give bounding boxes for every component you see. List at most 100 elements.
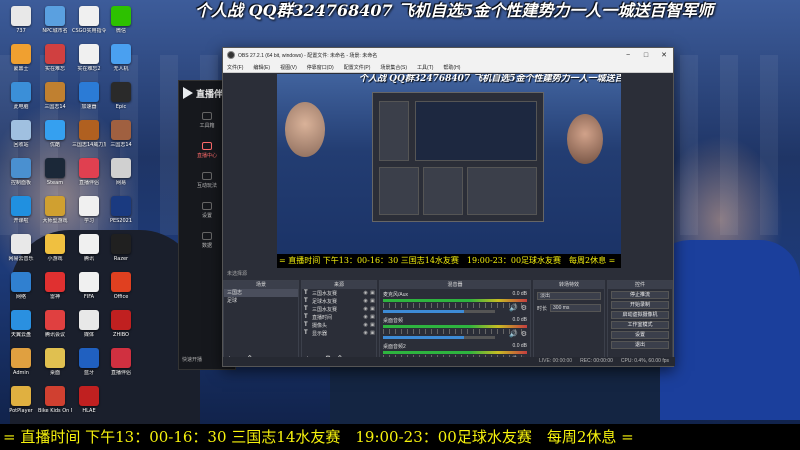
lock-icon[interactable]: ▣ xyxy=(369,298,376,304)
desktop-icon[interactable]: 三国志14威力加强版 xyxy=(72,120,106,160)
desktop-icon[interactable]: 腾讯 xyxy=(72,234,106,274)
desktop-icon[interactable]: 三国志14 xyxy=(104,120,138,160)
text-source-icon: T xyxy=(304,314,308,320)
lock-icon[interactable]: ▣ xyxy=(369,322,376,328)
desktop-icon[interactable]: NPC城市名 xyxy=(38,6,72,46)
menu-item[interactable]: 场景集合(S) xyxy=(380,64,407,71)
desktop-icon[interactable]: 优酷 xyxy=(38,120,72,160)
lock-icon[interactable]: ▣ xyxy=(369,290,376,296)
desktop-icon[interactable]: 无人机 xyxy=(104,44,138,84)
menu-item[interactable]: 帮助(H) xyxy=(443,64,460,71)
gear-icon[interactable]: ⚙ xyxy=(521,304,527,312)
desktop-icon[interactable]: ZHIBO xyxy=(104,310,138,350)
menu-item[interactable]: 工具(T) xyxy=(417,64,433,71)
desktop-icon[interactable]: Steam xyxy=(38,158,72,198)
menu-item[interactable]: 配置文件(P) xyxy=(344,64,371,71)
visibility-eye-icon[interactable]: ◉ xyxy=(362,314,369,320)
desktop-icon[interactable]: Epic xyxy=(104,82,138,122)
desktop-icon[interactable]: Razer xyxy=(104,234,138,274)
desktop-icon[interactable]: 大师型游戏 xyxy=(38,196,72,236)
desktop-icon[interactable]: HLAE xyxy=(72,386,106,426)
desktop-icon[interactable]: Admin xyxy=(4,348,38,388)
desktop-icon[interactable]: 737 xyxy=(4,6,38,46)
desktop-icon[interactable]: PES2021 xyxy=(104,196,138,236)
desktop-icon[interactable]: Bike Kids On My Quest xyxy=(38,386,72,426)
control-button[interactable]: 启动虚拟摄像机 xyxy=(611,311,669,319)
desktop-icon-label: 网易 xyxy=(115,180,126,186)
source-item[interactable]: T 摄像头 ◉ ▣ xyxy=(302,321,376,329)
desktop-icon[interactable]: 腾讯会议 xyxy=(38,310,72,350)
minimize-button[interactable]: − xyxy=(619,48,637,62)
scene-item[interactable]: 三国志 xyxy=(224,289,298,297)
mixer-header: 混音器 xyxy=(380,281,530,289)
mixer-track-header: 桌面音频 0.0 dB xyxy=(383,317,527,324)
desktop-icon[interactable]: 三国志14 xyxy=(38,82,72,122)
desktop-icon[interactable]: 此电脑 xyxy=(4,82,38,122)
control-button[interactable]: 开始录制 xyxy=(611,301,669,309)
obs-titlebar[interactable]: OBS 27.2.1 (64 bit, windows) - 配置文件: 未命名… xyxy=(223,48,673,62)
desktop-icon[interactable]: 实在难忘2 xyxy=(72,44,106,84)
speaker-icon[interactable]: 🔊 xyxy=(509,330,518,338)
desktop-icon[interactable]: 实在难忘 xyxy=(38,44,72,84)
speaker-icon[interactable]: 🔊 xyxy=(509,304,518,312)
desktop-icon[interactable]: 小游戏 xyxy=(38,234,72,274)
desktop-icon[interactable]: 蒙鼎士 xyxy=(4,44,38,84)
desktop-icon[interactable]: 桌面 xyxy=(38,348,72,388)
desktop-icon[interactable]: 雷神 xyxy=(38,272,72,312)
desktop-icon[interactable]: 媒体 xyxy=(72,310,106,350)
control-button[interactable]: 退出 xyxy=(611,341,669,349)
desktop-icon[interactable]: 控制面板 xyxy=(4,158,38,198)
duration-input[interactable]: 300 ms xyxy=(550,304,601,312)
menu-item[interactable]: 视图(V) xyxy=(280,64,297,71)
scene-item[interactable]: 足球 xyxy=(224,297,298,305)
desktop-icon[interactable]: 回收站 xyxy=(4,120,38,160)
volume-fader[interactable] xyxy=(383,310,496,313)
source-item[interactable]: T 三国水友赛 ◉ ▣ xyxy=(302,289,376,297)
volume-fader[interactable] xyxy=(383,336,496,339)
app-icon xyxy=(79,120,99,140)
desktop-icon[interactable]: 网易云音乐 xyxy=(4,234,38,274)
source-item[interactable]: T 显示器 ◉ ▣ xyxy=(302,329,376,337)
source-item[interactable]: T 直播时间 ◉ ▣ xyxy=(302,313,376,321)
visibility-eye-icon[interactable]: ◉ xyxy=(362,290,369,296)
lock-icon[interactable]: ▣ xyxy=(369,330,376,336)
desktop-icon[interactable]: 直播伴侣 xyxy=(104,348,138,388)
desktop-icon-label: CSGO实用指令 xyxy=(72,28,106,34)
desktop-icon[interactable]: 蓝牙 xyxy=(72,348,106,388)
menu-item[interactable]: 文件(F) xyxy=(227,64,243,71)
visibility-eye-icon[interactable]: ◉ xyxy=(362,306,369,312)
maximize-button[interactable]: □ xyxy=(637,48,655,62)
app-icon xyxy=(111,272,131,292)
live-app-bottom-link[interactable]: 快速开播 xyxy=(182,356,202,363)
control-button[interactable]: 设置 xyxy=(611,331,669,339)
desktop-icon[interactable]: FIFA xyxy=(72,272,106,312)
desktop-icon[interactable]: 开课啦 xyxy=(4,196,38,236)
desktop-icon[interactable]: 网易 xyxy=(104,158,138,198)
desktop-icon[interactable]: PotPlayer xyxy=(4,386,38,426)
desktop-icon[interactable]: 加速器 xyxy=(72,82,106,122)
desktop-icon[interactable]: 天翼云盘 xyxy=(4,310,38,350)
close-button[interactable]: ✕ xyxy=(655,48,673,62)
desktop-icon[interactable]: 学习 xyxy=(72,196,106,236)
obs-preview-canvas[interactable]: 个人战 QQ群324768407 飞机自选5金个性建势力一人一城送百智军师 = … xyxy=(277,74,621,268)
source-item[interactable]: T 三国水友赛 ◉ ▣ xyxy=(302,305,376,313)
transition-type-select[interactable]: 淡出 xyxy=(537,292,601,300)
desktop-icon[interactable]: 直播伴侣 xyxy=(72,158,106,198)
source-item[interactable]: T 足球水友赛 ◉ ▣ xyxy=(302,297,376,305)
gear-icon[interactable]: ⚙ xyxy=(521,330,527,338)
app-icon xyxy=(79,386,99,406)
lock-icon[interactable]: ▣ xyxy=(369,306,376,312)
desktop-icon[interactable]: Office xyxy=(104,272,138,312)
visibility-eye-icon[interactable]: ◉ xyxy=(362,330,369,336)
visibility-eye-icon[interactable]: ◉ xyxy=(362,322,369,328)
menu-item[interactable]: 停靠窗口(D) xyxy=(307,64,334,71)
desktop-icon[interactable]: 微信 xyxy=(104,6,138,46)
desktop-icon[interactable]: CSGO实用指令 xyxy=(72,6,106,46)
visibility-eye-icon[interactable]: ◉ xyxy=(362,298,369,304)
control-button[interactable]: 停止推流 xyxy=(611,291,669,299)
obs-window[interactable]: OBS 27.2.1 (64 bit, windows) - 配置文件: 未命名… xyxy=(222,47,675,367)
menu-item[interactable]: 编辑(E) xyxy=(253,64,270,71)
control-button[interactable]: 工作室模式 xyxy=(611,321,669,329)
lock-icon[interactable]: ▣ xyxy=(369,314,376,320)
desktop-icon[interactable]: 网络 xyxy=(4,272,38,312)
